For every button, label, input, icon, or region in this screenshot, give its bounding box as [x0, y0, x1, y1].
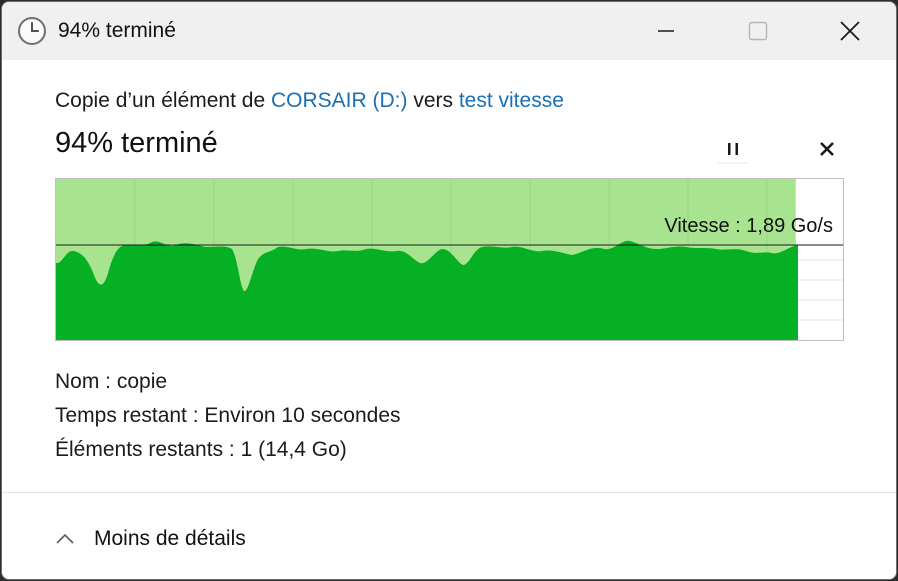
close-icon: [840, 21, 860, 41]
speed-graph: Vitesse : 1,89 Go/s: [55, 178, 844, 341]
close-icon: [820, 142, 834, 156]
speed-readout: Vitesse : 1,89 Go/s: [664, 215, 833, 237]
title-bar[interactable]: 94% terminé: [2, 2, 896, 60]
copy-prefix: Copie d’un élément de: [55, 89, 271, 112]
items-remaining-label: Éléments restants :: [55, 438, 241, 461]
name-row: Nom : copie: [55, 370, 167, 394]
window-title: 94% terminé: [58, 19, 176, 42]
copy-middle: vers: [407, 89, 459, 112]
source-link[interactable]: CORSAIR (D:): [271, 89, 408, 112]
speed-graph-canvas: [56, 179, 843, 340]
destination-link[interactable]: test vitesse: [459, 89, 564, 112]
minimize-button[interactable]: [620, 2, 712, 60]
copy-dialog-window: 94% terminé Copie d’un élément de CORSAI…: [1, 1, 897, 580]
maximize-button: [712, 2, 804, 60]
maximize-icon: [748, 21, 768, 41]
progress-title: 94% terminé: [55, 127, 218, 159]
cancel-button[interactable]: [810, 134, 844, 164]
items-remaining-row: Éléments restants : 1 (14,4 Go): [55, 438, 347, 462]
dialog-content: Copie d’un élément de CORSAIR (D:) vers …: [2, 60, 896, 492]
chevron-up-icon: [56, 533, 74, 544]
time-remaining-label: Temps restant :: [55, 404, 205, 427]
dialog-footer: Moins de détails: [2, 492, 896, 579]
pause-icon: [717, 143, 749, 164]
less-details-toggle[interactable]: Moins de détails: [54, 515, 246, 563]
copy-description: Copie d’un élément de CORSAIR (D:) vers …: [55, 89, 564, 113]
less-details-label: Moins de détails: [94, 527, 246, 550]
time-remaining-row: Temps restant : Environ 10 secondes: [55, 404, 401, 428]
minimize-icon: [658, 30, 674, 32]
time-remaining-value: Environ 10 secondes: [204, 404, 401, 427]
items-remaining-value: 1 (14,4 Go): [240, 438, 347, 461]
clock-icon: [18, 17, 46, 45]
name-label: Nom :: [55, 370, 117, 393]
pause-button[interactable]: [714, 134, 752, 164]
window-close-button[interactable]: [804, 2, 896, 60]
name-value: copie: [116, 370, 168, 393]
graph-gridlines-right: [798, 259, 843, 321]
